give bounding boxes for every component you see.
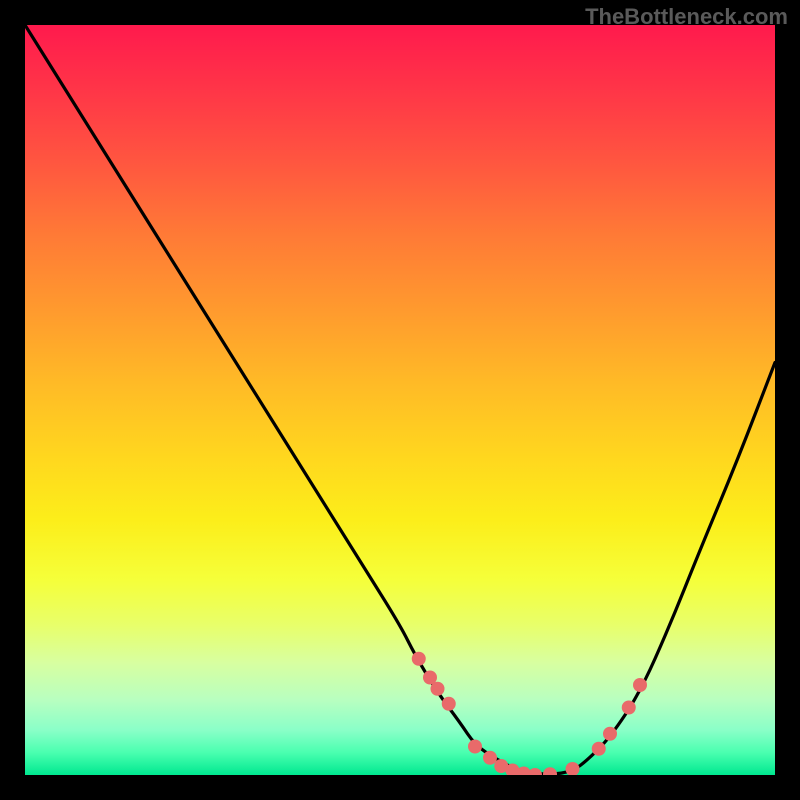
marker-group — [412, 652, 647, 775]
data-marker — [442, 697, 456, 711]
data-marker — [566, 762, 580, 775]
data-marker — [483, 751, 497, 765]
data-marker — [592, 742, 606, 756]
data-marker — [528, 768, 542, 775]
data-marker — [468, 740, 482, 754]
curve-svg — [25, 25, 775, 775]
data-marker — [431, 682, 445, 696]
data-marker — [543, 767, 557, 775]
plot-area — [25, 25, 775, 775]
bottleneck-curve — [25, 25, 775, 774]
data-marker — [622, 701, 636, 715]
data-marker — [412, 652, 426, 666]
data-marker — [633, 678, 647, 692]
watermark-text: TheBottleneck.com — [585, 4, 788, 30]
chart-container: TheBottleneck.com — [0, 0, 800, 800]
data-marker — [603, 727, 617, 741]
